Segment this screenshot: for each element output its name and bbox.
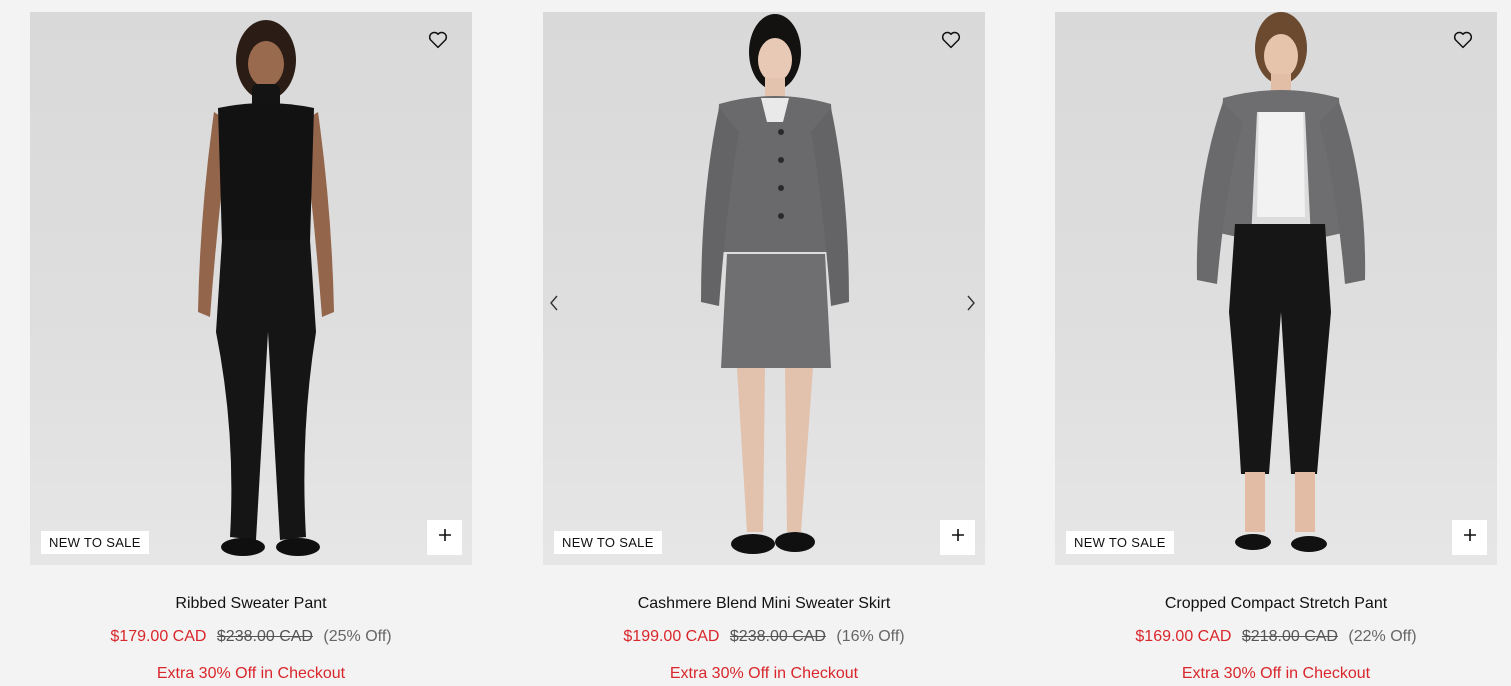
product-name[interactable]: Ribbed Sweater Pant (30, 593, 472, 615)
heart-icon (1453, 31, 1473, 54)
product-info: Cashmere Blend Mini Sweater Skirt $199.0… (543, 593, 985, 685)
chevron-left-icon (549, 295, 559, 316)
product-name[interactable]: Cashmere Blend Mini Sweater Skirt (543, 593, 985, 615)
price-row: $199.00 CAD $238.00 CAD (16% Off) (543, 626, 985, 648)
wishlist-button[interactable] (426, 30, 450, 54)
product-info: Ribbed Sweater Pant $179.00 CAD $238.00 … (30, 593, 472, 685)
model-photo (1196, 12, 1366, 552)
plus-icon (438, 528, 452, 547)
product-name[interactable]: Cropped Compact Stretch Pant (1055, 593, 1497, 615)
product-info: Cropped Compact Stretch Pant $169.00 CAD… (1055, 593, 1497, 685)
chevron-right-icon (966, 295, 976, 316)
discount-percent: (25% Off) (323, 628, 392, 645)
sale-price: $199.00 CAD (623, 628, 720, 645)
product-image[interactable]: NEW TO SALE (1055, 12, 1497, 565)
plus-icon (1463, 528, 1477, 547)
carousel-next-button[interactable] (962, 295, 980, 315)
quick-add-button[interactable] (427, 520, 462, 555)
model-photo (198, 20, 334, 556)
sale-price: $169.00 CAD (1135, 628, 1232, 645)
wishlist-button[interactable] (1451, 30, 1475, 54)
quick-add-button[interactable] (1452, 520, 1487, 555)
model-photo (701, 14, 849, 554)
heart-icon (941, 31, 961, 54)
sale-price: $179.00 CAD (110, 628, 207, 645)
heart-icon (428, 31, 448, 54)
original-price: $218.00 CAD (1241, 628, 1338, 645)
product-card[interactable]: NEW TO SALE Cropped Compact Stretch Pant… (1055, 12, 1497, 685)
promo-text: Extra 30% Off in Checkout (156, 665, 346, 682)
product-image[interactable]: NEW TO SALE (543, 12, 985, 565)
original-price: $238.00 CAD (216, 628, 313, 645)
price-row: $169.00 CAD $218.00 CAD (22% Off) (1055, 626, 1497, 648)
product-card[interactable]: NEW TO SALE Ribbed Sweater Pant $179.00 … (30, 12, 472, 685)
sale-badge: NEW TO SALE (41, 531, 149, 554)
price-row: $179.00 CAD $238.00 CAD (25% Off) (30, 626, 472, 648)
promo-text: Extra 30% Off in Checkout (669, 665, 859, 682)
original-price: $238.00 CAD (729, 628, 826, 645)
product-grid: NEW TO SALE Ribbed Sweater Pant $179.00 … (0, 0, 1511, 686)
product-image[interactable]: NEW TO SALE (30, 12, 472, 565)
promo-text: Extra 30% Off in Checkout (1181, 665, 1371, 682)
product-card[interactable]: NEW TO SALE Cashmere Blend Mini Sweater … (543, 12, 985, 685)
discount-percent: (16% Off) (836, 628, 905, 645)
plus-icon (951, 528, 965, 547)
carousel-prev-button[interactable] (545, 295, 563, 315)
discount-percent: (22% Off) (1348, 628, 1417, 645)
wishlist-button[interactable] (939, 30, 963, 54)
sale-badge: NEW TO SALE (1066, 531, 1174, 554)
sale-badge: NEW TO SALE (554, 531, 662, 554)
quick-add-button[interactable] (940, 520, 975, 555)
